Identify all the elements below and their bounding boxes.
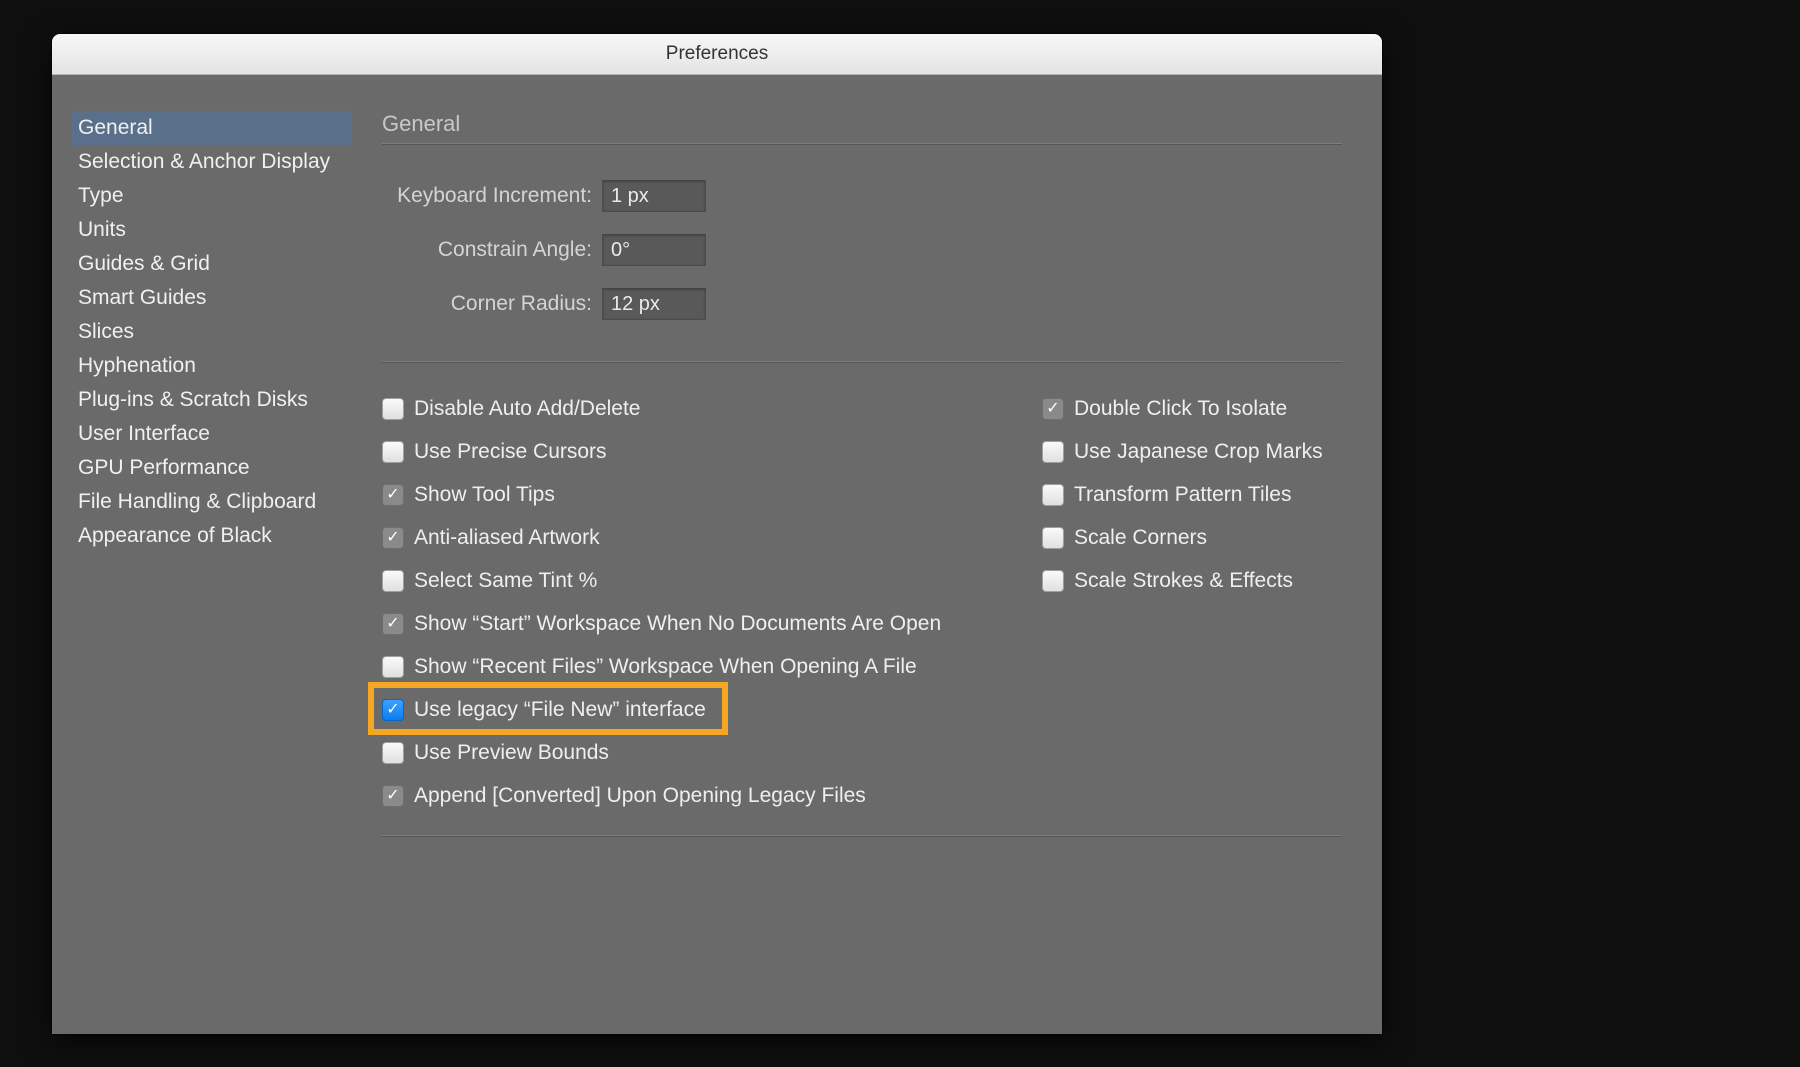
checkbox-use-precise-cursors[interactable]: Use Precise Cursors — [382, 430, 1002, 473]
checkbox-icon: ✓ — [382, 613, 404, 635]
checkbox-label: Use Japanese Crop Marks — [1074, 440, 1323, 464]
checkbox-label: Disable Auto Add/Delete — [414, 397, 641, 421]
checkbox-show-start-workspace-when-no-documents-a[interactable]: ✓ Show “Start” Workspace When No Document… — [382, 602, 1002, 645]
sidebar-item-file-handling-clipboard[interactable]: File Handling & Clipboard — [72, 485, 352, 519]
sidebar-item-appearance-of-black[interactable]: Appearance of Black — [72, 519, 352, 553]
checkbox-icon: ✓ — [382, 785, 404, 807]
checkbox-use-preview-bounds[interactable]: Use Preview Bounds — [382, 731, 1002, 774]
dialog-body: GeneralSelection & Anchor DisplayTypeUni… — [52, 75, 1382, 1034]
sidebar-item-slices[interactable]: Slices — [72, 315, 352, 349]
checkbox-anti-aliased-artwork[interactable]: ✓ Anti-aliased Artwork — [382, 516, 1002, 559]
checkbox-area: Disable Auto Add/Delete Use Precise Curso… — [382, 387, 1342, 817]
checkbox-label: Show Tool Tips — [414, 483, 555, 507]
checkbox-label: Use legacy “File New” interface — [414, 698, 706, 722]
checkbox-icon — [1042, 527, 1064, 549]
checkbox-scale-corners[interactable]: Scale Corners — [1042, 516, 1323, 559]
label-corner-radius: Corner Radius: — [382, 292, 602, 316]
sidebar-item-type[interactable]: Type — [72, 179, 352, 213]
checkbox-disable-auto-add-delete[interactable]: Disable Auto Add/Delete — [382, 387, 1002, 430]
sidebar-item-gpu-performance[interactable]: GPU Performance — [72, 451, 352, 485]
sidebar-item-selection-anchor-display[interactable]: Selection & Anchor Display — [72, 145, 352, 179]
checkbox-icon — [1042, 570, 1064, 592]
checkbox-icon: ✓ — [382, 527, 404, 549]
label-constrain-angle: Constrain Angle: — [382, 238, 602, 262]
field-keyboard-increment: Keyboard Increment: — [382, 169, 1342, 223]
checkbox-select-same-tint-[interactable]: Select Same Tint % — [382, 559, 1002, 602]
checkbox-icon: ✓ — [382, 484, 404, 506]
window-title: Preferences — [666, 43, 768, 65]
panel-title: General — [382, 111, 1342, 137]
checkbox-column-left: Disable Auto Add/Delete Use Precise Curso… — [382, 387, 1002, 817]
input-constrain-angle[interactable] — [602, 234, 706, 266]
checkbox-icon — [1042, 484, 1064, 506]
checkbox-label: Use Preview Bounds — [414, 741, 609, 765]
checkbox-use-japanese-crop-marks[interactable]: Use Japanese Crop Marks — [1042, 430, 1323, 473]
checkbox-icon — [382, 570, 404, 592]
divider — [382, 143, 1342, 145]
checkbox-double-click-to-isolate[interactable]: ✓ Double Click To Isolate — [1042, 387, 1323, 430]
input-keyboard-increment[interactable] — [602, 180, 706, 212]
checkbox-label: Scale Corners — [1074, 526, 1207, 550]
main-panel: General Keyboard Increment: Constrain An… — [352, 111, 1342, 1015]
divider — [382, 835, 1342, 837]
titlebar: Preferences — [52, 34, 1382, 75]
sidebar-item-smart-guides[interactable]: Smart Guides — [72, 281, 352, 315]
checkbox-icon — [382, 441, 404, 463]
checkbox-label: Scale Strokes & Effects — [1074, 569, 1293, 593]
sidebar-item-hyphenation[interactable]: Hyphenation — [72, 349, 352, 383]
sidebar-item-plug-ins-scratch-disks[interactable]: Plug-ins & Scratch Disks — [72, 383, 352, 417]
sidebar-item-user-interface[interactable]: User Interface — [72, 417, 352, 451]
sidebar-item-guides-grid[interactable]: Guides & Grid — [72, 247, 352, 281]
checkbox-label: Select Same Tint % — [414, 569, 597, 593]
checkbox-scale-strokes-effects[interactable]: Scale Strokes & Effects — [1042, 559, 1323, 602]
sidebar: GeneralSelection & Anchor DisplayTypeUni… — [72, 111, 352, 1015]
checkbox-label: Show “Start” Workspace When No Documents… — [414, 612, 941, 636]
checkbox-label: Append [Converted] Upon Opening Legacy F… — [414, 784, 866, 808]
checkbox-label: Anti-aliased Artwork — [414, 526, 600, 550]
label-keyboard-increment: Keyboard Increment: — [382, 184, 602, 208]
checkbox-use-legacy-file-new-interface[interactable]: ✓ Use legacy “File New” interface — [382, 688, 1002, 731]
checkbox-label: Show “Recent Files” Workspace When Openi… — [414, 655, 917, 679]
sidebar-item-general[interactable]: General — [72, 111, 352, 145]
preferences-dialog: Preferences GeneralSelection & Anchor Di… — [52, 34, 1382, 1034]
checkbox-transform-pattern-tiles[interactable]: Transform Pattern Tiles — [1042, 473, 1323, 516]
checkbox-icon — [1042, 441, 1064, 463]
checkbox-label: Double Click To Isolate — [1074, 397, 1287, 421]
divider — [382, 361, 1342, 363]
checkbox-label: Transform Pattern Tiles — [1074, 483, 1291, 507]
checkbox-append-converted-upon-opening-legacy-fil[interactable]: ✓ Append [Converted] Upon Opening Legacy … — [382, 774, 1002, 817]
field-corner-radius: Corner Radius: — [382, 277, 1342, 331]
checkbox-icon — [382, 742, 404, 764]
field-constrain-angle: Constrain Angle: — [382, 223, 1342, 277]
checkbox-icon — [382, 656, 404, 678]
checkbox-icon: ✓ — [382, 699, 404, 721]
checkbox-icon: ✓ — [1042, 398, 1064, 420]
checkbox-show-tool-tips[interactable]: ✓ Show Tool Tips — [382, 473, 1002, 516]
checkbox-show-recent-files-workspace-when-opening[interactable]: Show “Recent Files” Workspace When Openi… — [382, 645, 1002, 688]
input-corner-radius[interactable] — [602, 288, 706, 320]
sidebar-item-units[interactable]: Units — [72, 213, 352, 247]
checkbox-column-right: ✓ Double Click To Isolate Use Japanese Cro… — [1042, 387, 1323, 817]
fields-block: Keyboard Increment: Constrain Angle: Cor… — [382, 169, 1342, 331]
checkbox-icon — [382, 398, 404, 420]
checkbox-label: Use Precise Cursors — [414, 440, 607, 464]
